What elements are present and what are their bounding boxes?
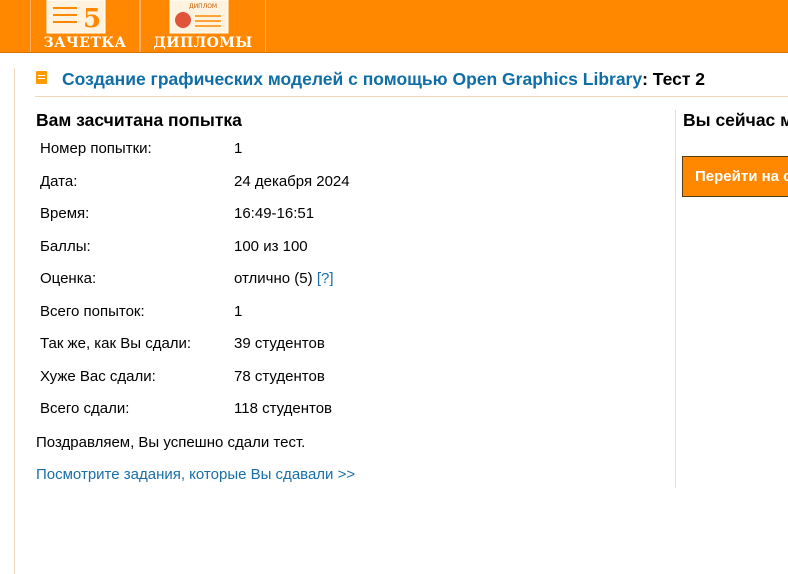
result-row: Дата: 24 декабря 2024 bbox=[40, 173, 660, 193]
row-label: Оценка: bbox=[40, 270, 97, 287]
diploma-badge: ДИПЛОМ bbox=[189, 3, 217, 10]
left-divider bbox=[14, 68, 15, 574]
row-value: 118 студентов bbox=[234, 400, 333, 417]
record-book-badge: 5 bbox=[83, 4, 101, 34]
result-row: Номер попытки: 1 bbox=[40, 140, 660, 160]
row-label: Номер попытки: bbox=[40, 140, 152, 157]
book-icon bbox=[36, 71, 47, 84]
nav-record-book[interactable]: 5 ЗАЧЕТКА bbox=[30, 0, 140, 52]
row-value: 39 студентов bbox=[234, 335, 325, 352]
row-label: Хуже Вас сдали: bbox=[40, 368, 156, 385]
result-row: Оценка: отлично (5) [?] bbox=[40, 270, 660, 290]
test-name: : Тест 2 bbox=[642, 69, 706, 89]
top-navigation-bar: 5 ЗАЧЕТКА ДИПЛОМ ДИПЛОМЫ bbox=[0, 0, 788, 53]
sidebar-divider bbox=[675, 110, 676, 488]
nav-diplomas-label: ДИПЛОМЫ bbox=[153, 35, 253, 51]
record-book-icon: 5 bbox=[46, 0, 106, 34]
row-label: Всего сдали: bbox=[40, 400, 130, 417]
sidebar-heading: Вы сейчас м bbox=[683, 110, 788, 130]
row-label: Баллы: bbox=[40, 238, 91, 255]
nav-record-book-label: ЗАЧЕТКА bbox=[43, 35, 127, 51]
result-row: Так же, как Вы сдали: 39 студентов bbox=[40, 335, 660, 355]
row-value: 78 студентов bbox=[234, 368, 325, 385]
grade-help-link[interactable]: [?] bbox=[317, 270, 334, 287]
row-value: 16:49-16:51 bbox=[234, 205, 315, 222]
nav-diplomas[interactable]: ДИПЛОМ ДИПЛОМЫ bbox=[140, 0, 266, 52]
row-label: Всего попыток: bbox=[40, 303, 145, 320]
row-label: Дата: bbox=[40, 173, 78, 190]
row-value: 24 декабря 2024 bbox=[234, 173, 350, 190]
result-row: Хуже Вас сдали: 78 студентов bbox=[40, 368, 660, 388]
result-row: Всего попыток: 1 bbox=[40, 303, 660, 323]
row-value: 1 bbox=[234, 303, 243, 320]
view-tasks-link[interactable]: Посмотрите задания, которые Вы сдавали >… bbox=[36, 466, 355, 483]
row-label: Так же, как Вы сдали: bbox=[40, 335, 192, 352]
row-value: 1 bbox=[234, 140, 243, 157]
result-row: Всего сдали: 118 студентов bbox=[40, 400, 660, 420]
diploma-icon: ДИПЛОМ bbox=[169, 0, 229, 34]
result-heading: Вам засчитана попытка bbox=[36, 110, 242, 130]
row-value: 100 из 100 bbox=[234, 238, 308, 255]
row-label: Время: bbox=[40, 205, 90, 222]
course-title-link[interactable]: Создание графических моделей с помощью O… bbox=[62, 69, 642, 89]
congratulations-message: Поздравляем, Вы успешно сдали тест. bbox=[36, 434, 306, 451]
result-row: Баллы: 100 из 100 bbox=[40, 238, 660, 258]
row-value: отлично (5) bbox=[234, 270, 313, 287]
go-to-button[interactable]: Перейти на с bbox=[682, 156, 788, 197]
page-title: Создание графических моделей с помощью O… bbox=[35, 68, 788, 97]
result-row: Время: 16:49-16:51 bbox=[40, 205, 660, 225]
